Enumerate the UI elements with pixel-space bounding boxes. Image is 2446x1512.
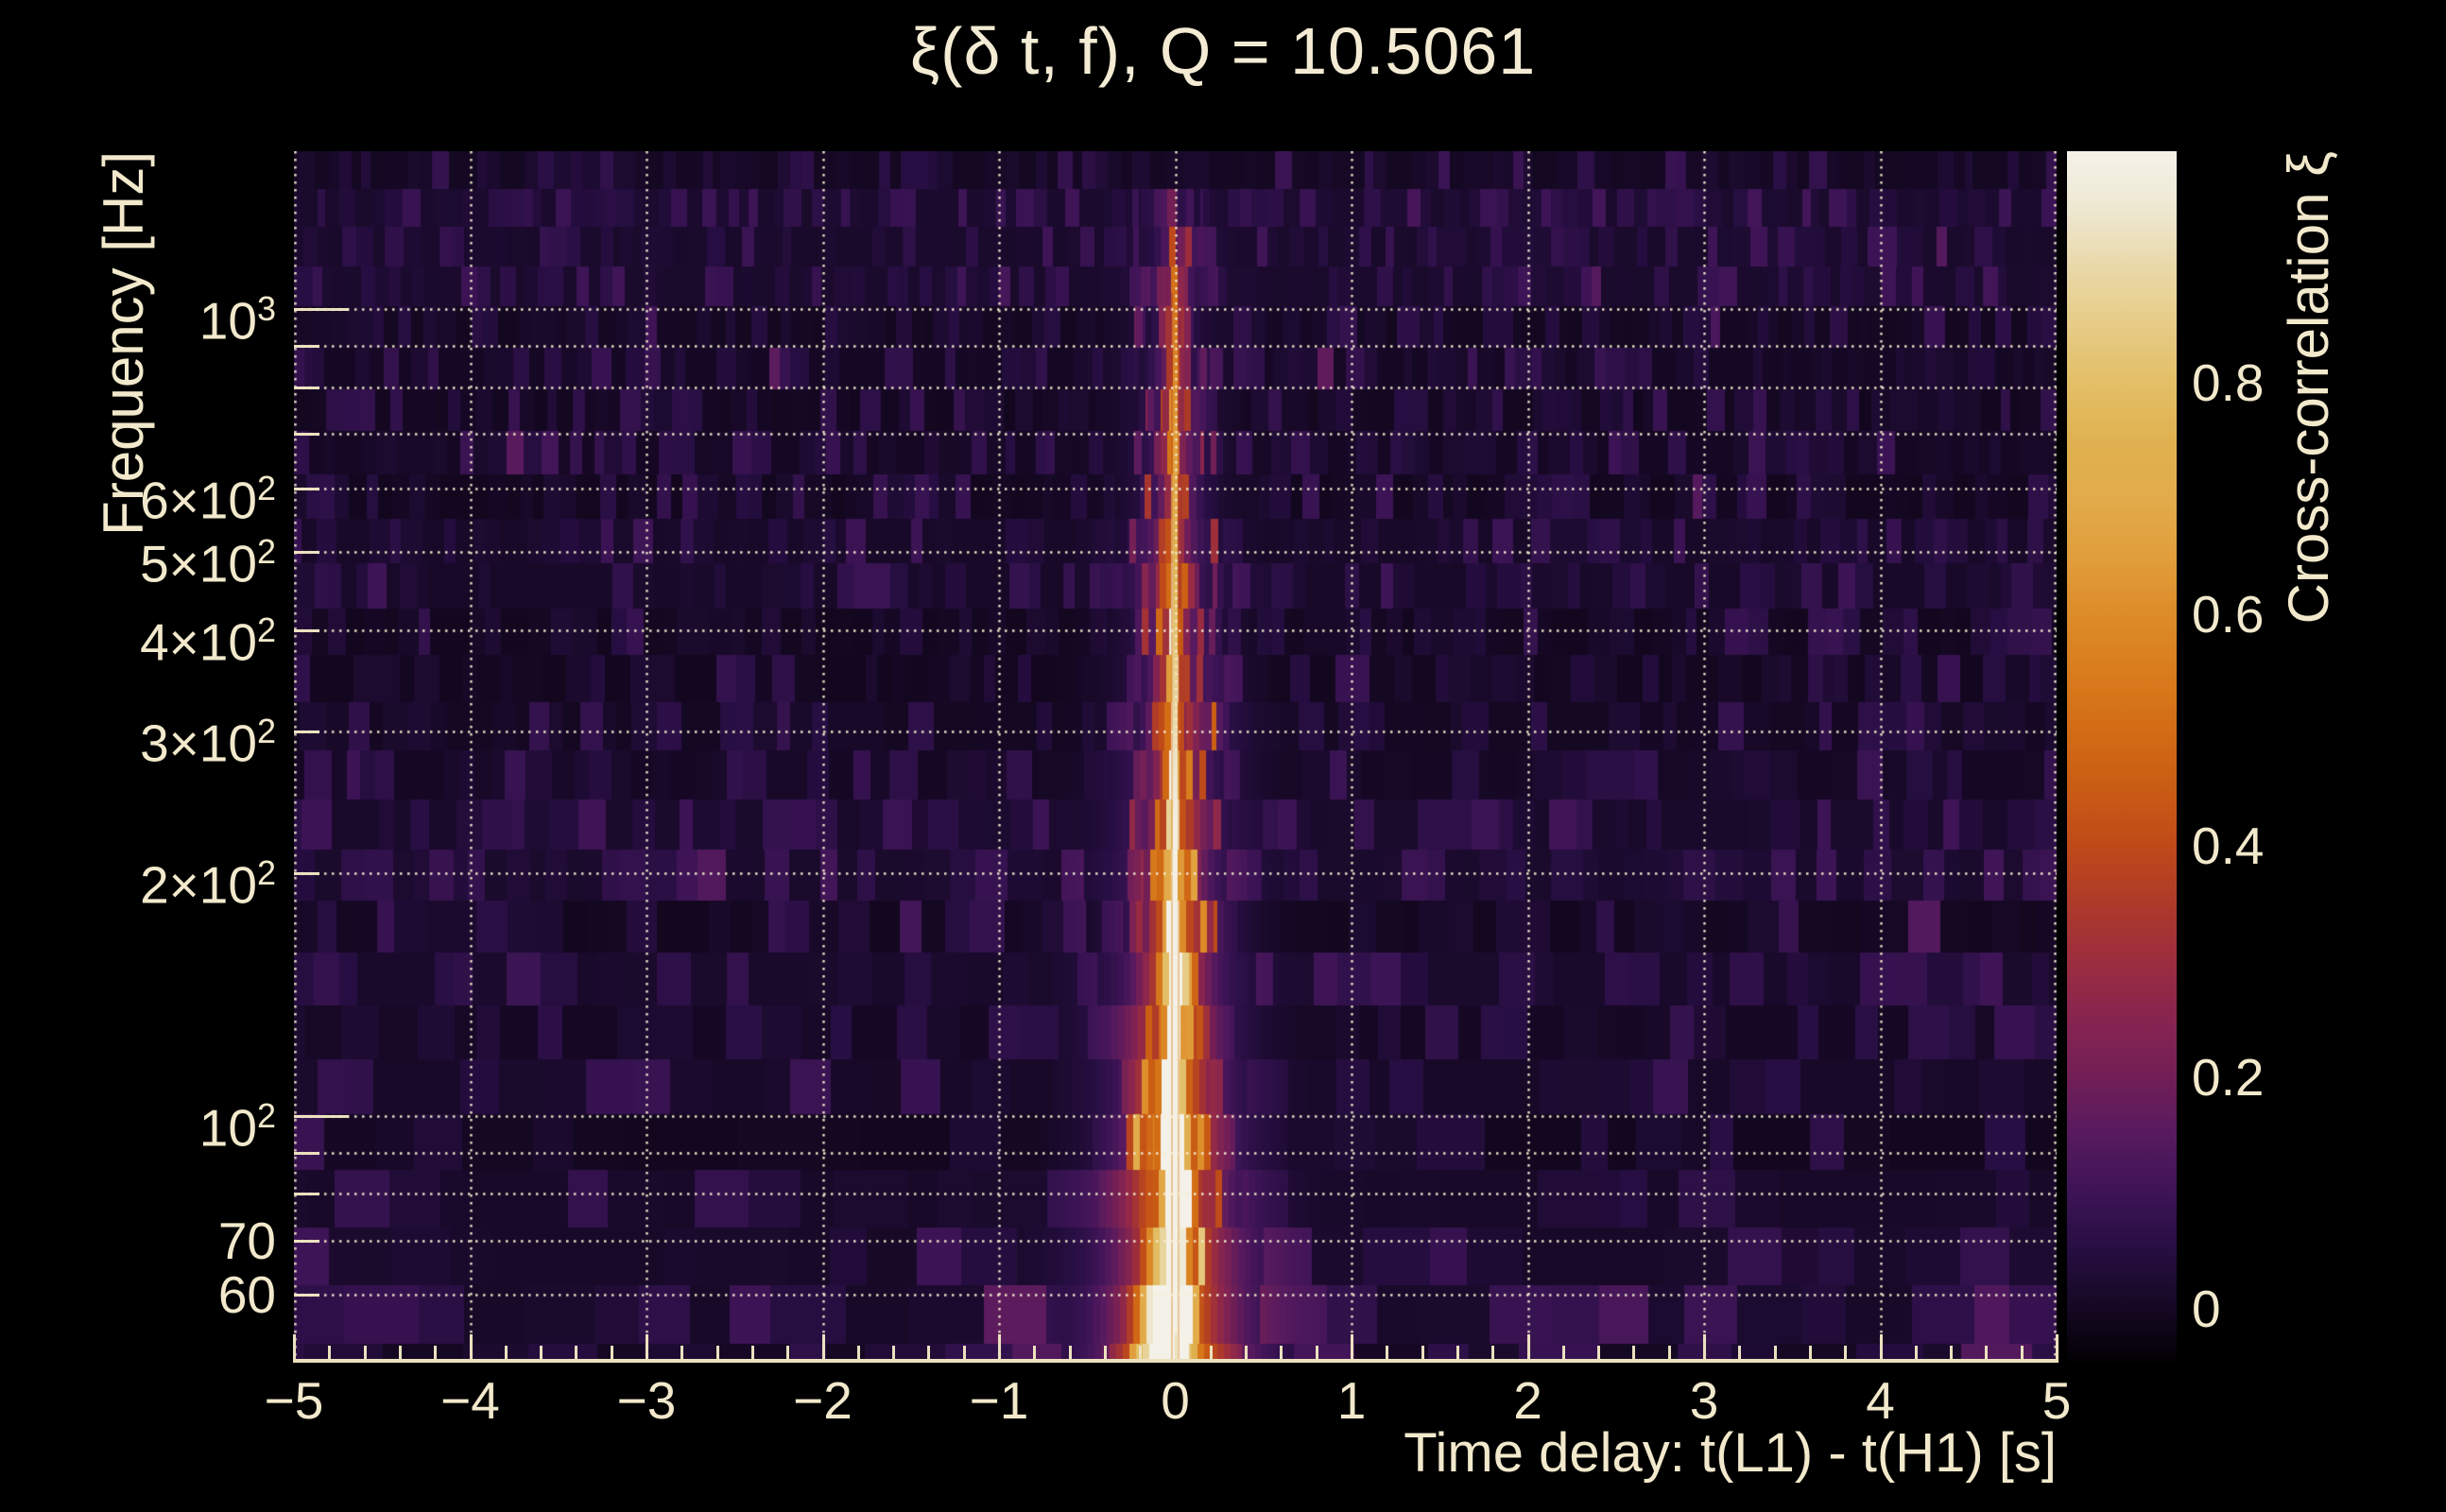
y-tick-label: 70: [217, 1211, 276, 1270]
x-tick-label: −2: [793, 1371, 853, 1430]
x-minor-tick: [786, 1346, 790, 1361]
x-minor-tick: [1315, 1346, 1318, 1361]
x-major-tick: [998, 1334, 1001, 1361]
x-tick-label: −4: [440, 1371, 500, 1430]
x-minor-tick: [575, 1346, 578, 1361]
x-major-tick: [1351, 1334, 1353, 1361]
y-minor-tick: [294, 345, 319, 349]
y-minor-tick: [294, 487, 319, 490]
x-tick-label: −1: [969, 1371, 1029, 1430]
x-tick-label: −3: [616, 1371, 677, 1430]
x-minor-tick: [1738, 1346, 1742, 1361]
x-minor-tick: [328, 1346, 332, 1361]
x-minor-tick: [1033, 1346, 1037, 1361]
x-minor-tick: [504, 1346, 508, 1361]
y-minor-tick: [294, 433, 319, 437]
y-minor-tick: [294, 386, 319, 389]
x-minor-tick: [1068, 1346, 1072, 1361]
x-minor-tick: [1280, 1346, 1283, 1361]
colorbar-tick-label: 0.4: [2192, 816, 2265, 875]
x-major-tick: [1526, 1334, 1530, 1361]
y-tick-label: 102: [198, 1095, 276, 1158]
x-minor-tick: [434, 1346, 438, 1361]
y-major-tick: [294, 1114, 349, 1118]
y-minor-tick: [294, 871, 319, 875]
x-major-tick: [469, 1334, 473, 1361]
x-minor-tick: [1103, 1346, 1107, 1361]
spectrogram-heatmap: [294, 151, 2057, 1362]
y-tick-label: 2×102: [140, 852, 276, 915]
x-minor-tick: [1421, 1346, 1424, 1361]
y-axis-title: Frequency [Hz]: [92, 151, 155, 536]
x-minor-tick: [1914, 1346, 1918, 1361]
colorbar-title: Cross-correlation ξ: [2277, 151, 2340, 625]
x-minor-tick: [1985, 1346, 1989, 1361]
x-minor-tick: [1844, 1346, 1848, 1361]
x-minor-tick: [1245, 1346, 1249, 1361]
x-axis-title: Time delay: t(L1) - t(H1) [s]: [1404, 1422, 2057, 1484]
x-minor-tick: [892, 1346, 896, 1361]
x-major-tick: [1703, 1334, 1706, 1361]
x-minor-tick: [1667, 1346, 1671, 1361]
x-minor-tick: [1561, 1346, 1565, 1361]
y-minor-tick: [294, 1294, 319, 1297]
y-minor-tick: [294, 730, 319, 733]
plot-title: ξ(δ t, f), Q = 10.5061: [909, 14, 1537, 88]
y-tick-label: 3×102: [140, 711, 276, 772]
x-major-tick: [2056, 1334, 2058, 1361]
y-minor-tick: [294, 1151, 319, 1155]
colorbar-tick-label: 0.2: [2192, 1047, 2265, 1107]
y-tick-label: 5×102: [140, 532, 276, 593]
colorbar-tick-label: 0: [2192, 1279, 2221, 1338]
x-minor-tick: [1950, 1346, 1954, 1361]
x-tick-label: −5: [264, 1371, 324, 1430]
y-tick-label: 6×102: [140, 468, 276, 529]
x-minor-tick: [750, 1346, 754, 1361]
x-minor-tick: [680, 1346, 684, 1361]
y-minor-tick: [294, 1193, 319, 1196]
y-tick-label: 103: [198, 289, 276, 351]
x-major-tick: [646, 1334, 648, 1361]
x-major-tick: [821, 1334, 825, 1361]
x-minor-tick: [1808, 1346, 1812, 1361]
x-minor-tick: [540, 1346, 543, 1361]
x-minor-tick: [610, 1346, 613, 1361]
x-minor-tick: [962, 1346, 966, 1361]
x-minor-tick: [1209, 1346, 1213, 1361]
x-major-tick: [293, 1334, 296, 1361]
y-minor-tick: [294, 628, 319, 632]
x-minor-tick: [2020, 1346, 2024, 1361]
x-minor-tick: [1139, 1346, 1143, 1361]
x-minor-tick: [1491, 1346, 1495, 1361]
x-minor-tick: [398, 1346, 402, 1361]
x-tick-label: 0: [1161, 1371, 1190, 1430]
figure-root: { "title": "ξ(δ t, f), Q = 10.5061", "co…: [0, 0, 2446, 1512]
x-minor-tick: [715, 1346, 719, 1361]
x-minor-tick: [363, 1346, 367, 1361]
y-tick-label: 4×102: [140, 610, 276, 672]
x-major-tick: [1879, 1334, 1883, 1361]
y-tick-label: 60: [217, 1265, 276, 1325]
y-major-tick: [294, 308, 349, 312]
x-minor-tick: [1632, 1346, 1636, 1361]
y-minor-tick: [294, 551, 319, 555]
x-minor-tick: [1773, 1346, 1777, 1361]
x-minor-tick: [1386, 1346, 1389, 1361]
x-major-tick: [1174, 1334, 1178, 1361]
x-minor-tick: [1597, 1346, 1601, 1361]
x-minor-tick: [1456, 1346, 1459, 1361]
x-minor-tick: [927, 1346, 931, 1361]
y-minor-tick: [294, 1239, 319, 1243]
colorbar-gradient: [2067, 151, 2177, 1362]
x-minor-tick: [856, 1346, 860, 1361]
